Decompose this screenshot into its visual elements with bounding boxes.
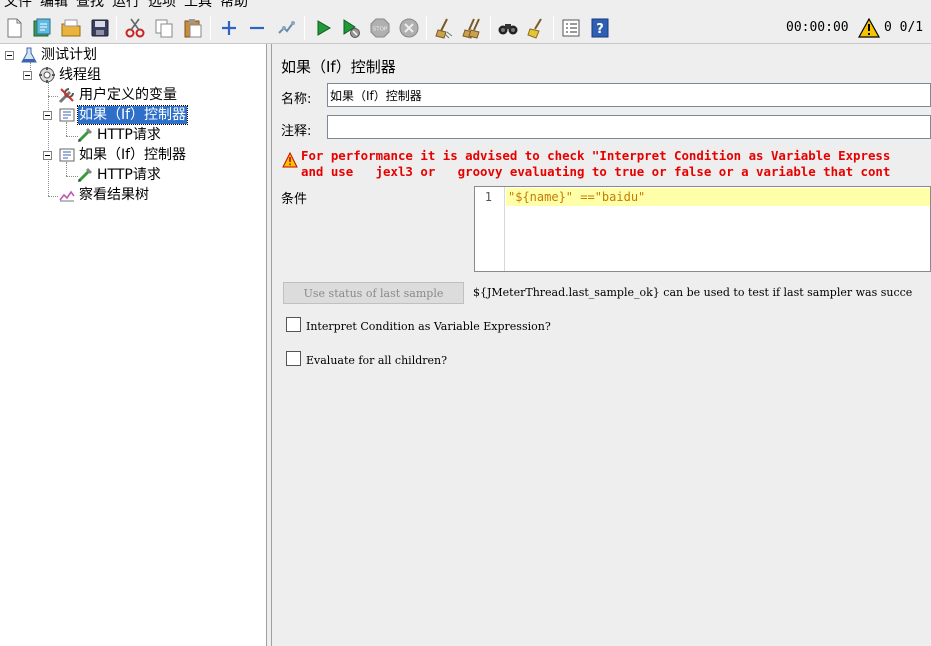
warning-count: 0 <box>884 20 892 35</box>
tree-node-label: HTTP请求 <box>97 127 161 143</box>
new-icon[interactable] <box>2 15 26 41</box>
paste-icon[interactable] <box>181 15 205 41</box>
collapse-toggle[interactable] <box>5 51 14 60</box>
menu-options[interactable]: 选项 <box>144 0 180 12</box>
toolbar-separator <box>210 16 211 40</box>
tree-node-test-plan[interactable]: 测试计划 <box>20 45 98 65</box>
performance-warning: For performance it is advised to check "… <box>301 148 890 180</box>
if-controller-icon <box>58 146 76 164</box>
start-no-pause-icon[interactable] <box>339 15 363 41</box>
toolbar-separator <box>490 16 491 40</box>
toggle-icon[interactable] <box>274 15 298 41</box>
svg-text:STOP: STOP <box>373 27 388 33</box>
collapse-icon[interactable] <box>245 15 269 41</box>
tree-node-if-controller-1[interactable]: 如果（If）控制器 <box>58 105 189 125</box>
thread-status: 0 0/1 <box>884 20 923 35</box>
test-plan-tree[interactable]: 测试计划 线程组 用户定义的变量 如果（If）控制器 HTTP请求 如果（If）… <box>0 44 267 646</box>
if-controller-icon <box>58 106 76 124</box>
use-last-sample-button[interactable]: Use status of last sample <box>283 282 464 304</box>
condition-editor[interactable]: 1 "${name}" =="baidu" <box>474 186 931 272</box>
expand-icon[interactable] <box>217 15 241 41</box>
name-label: 名称: <box>281 92 312 107</box>
reset-search-icon[interactable] <box>525 15 549 41</box>
active-threads: 0/1 <box>899 20 924 35</box>
tree-node-label: 用户定义的变量 <box>79 87 177 103</box>
panel-splitter[interactable] <box>267 44 272 646</box>
tree-connector <box>48 96 58 97</box>
tree-node-view-results-tree[interactable]: 察看结果树 <box>58 185 150 205</box>
stop-icon[interactable]: STOP <box>368 15 392 41</box>
menu-help[interactable]: 帮助 <box>216 0 252 12</box>
tree-node-label: 察看结果树 <box>79 187 149 203</box>
line-gutter: 1 <box>475 187 505 271</box>
comment-field[interactable] <box>327 115 931 139</box>
http-sampler-icon <box>76 166 94 184</box>
tree-node-http-request-1[interactable]: HTTP请求 <box>76 125 162 145</box>
tree-node-label: HTTP请求 <box>97 167 161 183</box>
tree-connector <box>48 82 49 196</box>
warning-line-2: and use jexl3 or groovy evaluating to tr… <box>301 164 891 179</box>
test-plan-icon <box>20 46 38 64</box>
tree-node-label: 如果（If）控制器 <box>79 147 187 163</box>
warning-icon[interactable] <box>858 18 880 38</box>
line-number: 1 <box>484 190 492 204</box>
condition-label: 条件 <box>281 192 308 207</box>
copy-icon[interactable] <box>152 15 176 41</box>
tree-node-label: 线程组 <box>59 67 101 83</box>
tree-node-user-variables[interactable]: 用户定义的变量 <box>58 85 178 105</box>
help-icon[interactable]: ? <box>588 15 612 41</box>
clear-all-icon[interactable] <box>461 15 485 41</box>
collapse-toggle[interactable] <box>43 111 52 120</box>
toolbar-separator <box>553 16 554 40</box>
cut-icon[interactable] <box>123 15 147 41</box>
templates-icon[interactable] <box>30 15 54 41</box>
menu-tools[interactable]: 工具 <box>180 0 216 12</box>
tree-node-http-request-2[interactable]: HTTP请求 <box>76 165 162 185</box>
toolbar-separator <box>116 16 117 40</box>
evaluate-all-children-checkbox[interactable] <box>286 351 301 366</box>
elapsed-timer: 00:00:00 <box>786 20 849 35</box>
comment-label: 注释: <box>281 124 312 139</box>
thread-group-icon <box>38 66 56 84</box>
toolbar-separator <box>426 16 427 40</box>
svg-text:?: ? <box>596 22 604 37</box>
collapse-toggle[interactable] <box>43 151 52 160</box>
config-element-icon <box>58 86 76 104</box>
warning-icon <box>282 152 298 168</box>
condition-code[interactable]: "${name}" =="baidu" <box>508 190 645 204</box>
name-field[interactable]: 如果（If）控制器 <box>327 83 931 107</box>
search-icon[interactable] <box>496 15 520 41</box>
menu-edit[interactable]: 编辑 <box>36 0 72 12</box>
evaluate-all-children-label: Evaluate for all children? <box>306 354 448 367</box>
collapse-toggle[interactable] <box>23 71 32 80</box>
menu-search[interactable]: 查找 <box>72 0 108 12</box>
function-helper-icon[interactable] <box>559 15 583 41</box>
tree-node-label: 测试计划 <box>41 47 97 63</box>
shutdown-icon[interactable] <box>397 15 421 41</box>
tree-connector <box>48 196 58 197</box>
start-icon[interactable] <box>311 15 335 41</box>
interpret-condition-checkbox[interactable] <box>286 317 301 332</box>
http-sampler-icon <box>76 126 94 144</box>
open-icon[interactable] <box>59 15 83 41</box>
warning-line-1: For performance it is advised to check "… <box>301 148 891 163</box>
clear-icon[interactable] <box>432 15 456 41</box>
panel-title: 如果（If）控制器 <box>281 58 396 76</box>
tree-node-label: 如果（If）控制器 <box>76 105 189 125</box>
save-icon[interactable] <box>88 15 112 41</box>
listener-icon <box>58 186 76 204</box>
menu-file[interactable]: 文件 <box>0 0 36 12</box>
tree-node-thread-group[interactable]: 线程组 <box>38 65 102 85</box>
menu-bar: 文件 编辑 查找 运行 选项 工具 帮助 <box>0 0 931 12</box>
menu-run[interactable]: 运行 <box>108 0 144 12</box>
last-sample-hint: ${JMeterThread.last_sample_ok} can be us… <box>473 286 913 299</box>
toolbar-separator <box>304 16 305 40</box>
interpret-condition-label: Interpret Condition as Variable Expressi… <box>306 320 551 333</box>
toolbar: STOP ? 00:00:00 0 0/1 <box>0 12 931 44</box>
tree-node-if-controller-2[interactable]: 如果（If）控制器 <box>58 145 187 165</box>
if-controller-panel: 如果（If）控制器 名称: 如果（If）控制器 注释: For performa… <box>273 44 931 646</box>
